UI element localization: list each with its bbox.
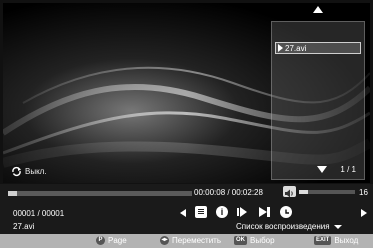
control-bar: 00:00:08 / 00:02:28 16 00001 / 00001 27.… [0, 184, 373, 234]
progress-bar[interactable] [8, 191, 192, 196]
hint-exit-label: Выход [334, 236, 359, 245]
chevron-down-icon [333, 224, 342, 229]
playlist-button[interactable]: Список воспроизведения [236, 222, 342, 231]
next-icon[interactable] [361, 209, 367, 217]
scroll-up-icon[interactable] [313, 6, 323, 13]
info-icon[interactable]: i [216, 206, 228, 218]
repeat-toggle[interactable]: Выкл. [11, 166, 47, 177]
playlist-item[interactable]: 27.avi [275, 42, 361, 54]
playlist-item-label: 27.avi [285, 43, 307, 53]
p-key-icon: P [96, 236, 105, 245]
info-list-icon[interactable] [195, 206, 207, 218]
skip-next-icon[interactable] [258, 206, 271, 218]
footer-hints: P Page ◂▸ Переместить OK Выбор EXIT Выхо… [0, 234, 373, 248]
hint-move: ◂▸ Переместить [160, 236, 221, 245]
hint-page: P Page [96, 236, 127, 245]
volume-value: 16 [359, 188, 368, 197]
playing-icon [278, 44, 283, 52]
volume-bar[interactable] [299, 190, 355, 194]
hint-ok-label: Выбор [250, 236, 275, 245]
arrows-icon: ◂▸ [160, 236, 169, 245]
prev-icon[interactable] [180, 209, 186, 217]
file-counter: 00001 / 00001 [13, 209, 65, 218]
file-name: 27.avi [13, 222, 35, 231]
hint-ok: OK Выбор [234, 236, 275, 245]
hint-exit: EXIT Выход [314, 236, 358, 245]
time-display: 00:00:08 / 00:02:28 [194, 188, 263, 197]
hint-move-label: Переместить [172, 236, 222, 245]
clock-icon[interactable] [280, 206, 292, 218]
step-play-icon[interactable] [236, 206, 248, 218]
repeat-icon [12, 166, 21, 177]
playlist-button-label: Список воспроизведения [236, 222, 330, 231]
playlist-panel: 27.avi 1 / 1 [271, 6, 365, 180]
playlist-page: 1 / 1 [340, 165, 356, 174]
progress-fill [8, 191, 18, 196]
volume-fill [299, 190, 308, 194]
hint-page-label: Page [108, 236, 127, 245]
ok-key-icon: OK [234, 236, 247, 245]
scroll-down-icon[interactable] [317, 166, 327, 173]
exit-key-icon: EXIT [314, 236, 332, 245]
volume-icon[interactable] [283, 186, 296, 198]
repeat-label: Выкл. [25, 167, 47, 176]
